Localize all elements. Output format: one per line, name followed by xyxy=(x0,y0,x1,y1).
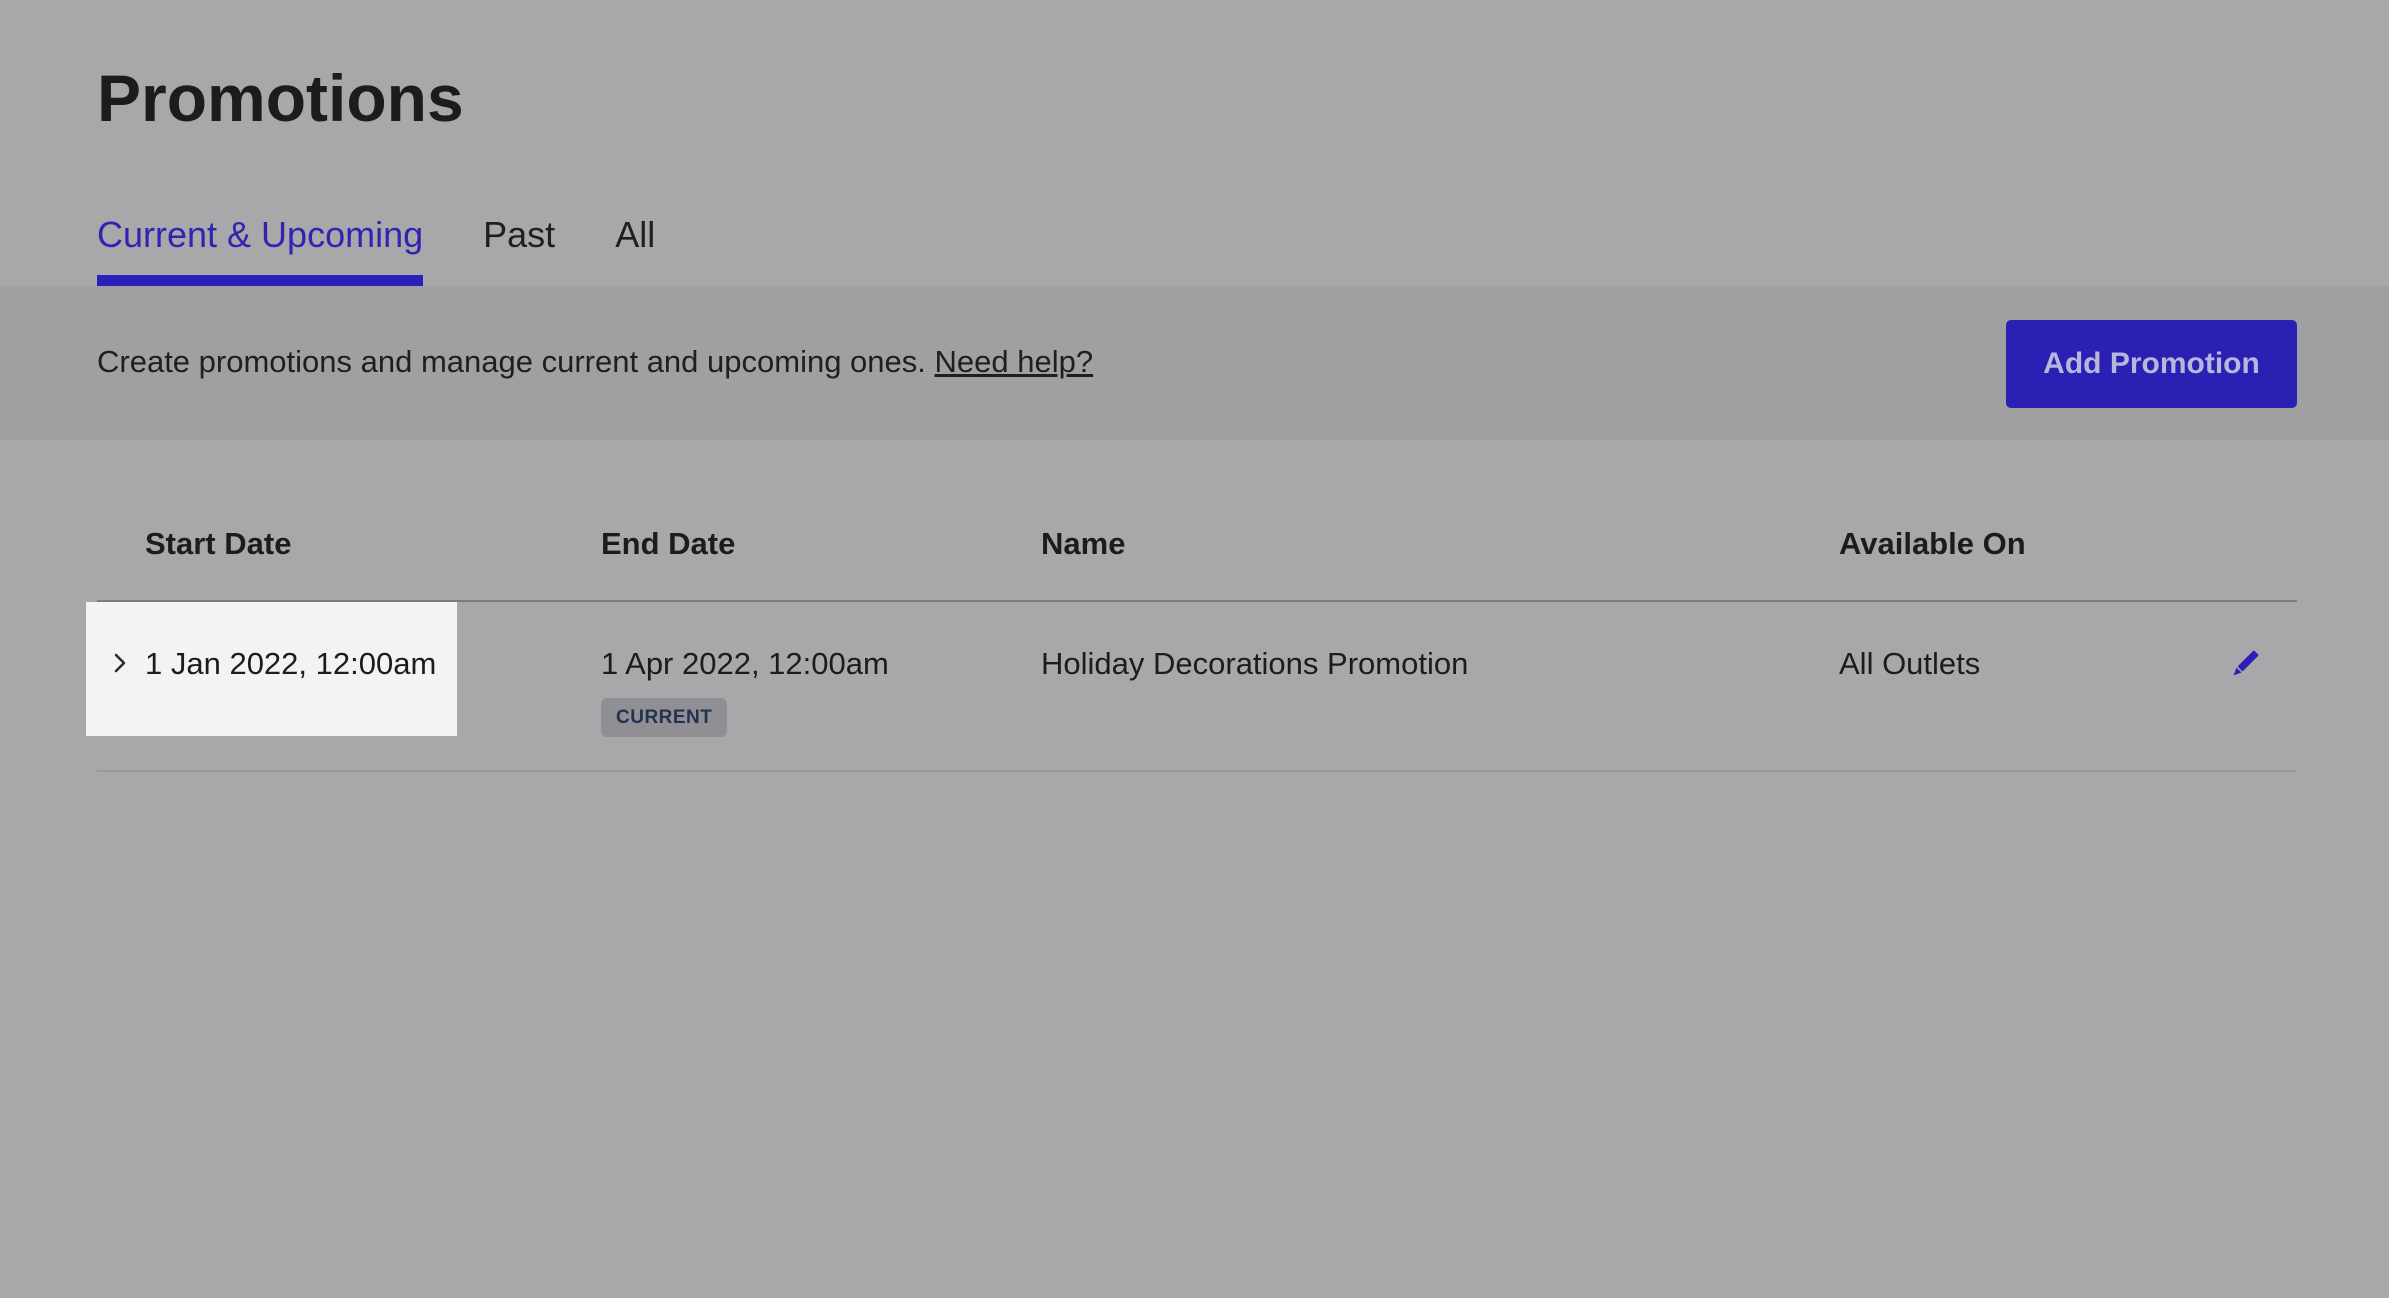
tab-past[interactable]: Past xyxy=(483,205,555,286)
column-end-date: End Date xyxy=(601,526,736,561)
end-date-value: 1 Apr 2022, 12:00am xyxy=(601,646,889,681)
page-title: Promotions xyxy=(97,61,464,135)
column-start-date: Start Date xyxy=(145,526,292,561)
need-help-link[interactable]: Need help? xyxy=(935,344,1094,379)
promotion-tabs: Current & Upcoming Past All xyxy=(97,205,655,286)
column-name: Name xyxy=(1041,526,1126,561)
available-on-value: All Outlets xyxy=(1839,646,1981,681)
chevron-right-icon[interactable] xyxy=(111,650,129,676)
tab-current-upcoming[interactable]: Current & Upcoming xyxy=(97,205,424,286)
pencil-icon[interactable] xyxy=(2225,650,2265,688)
banner-message: Create promotions and manage current and… xyxy=(97,338,1093,386)
edit-promotion-button[interactable] xyxy=(2225,644,2265,684)
promotion-name: Holiday Decorations Promotion xyxy=(1041,646,1469,681)
status-badge: CURRENT xyxy=(601,698,728,737)
column-available-on: Available On xyxy=(1839,526,2026,561)
table-header: Start Date End Date Name Available On xyxy=(97,510,2297,602)
add-promotion-button[interactable]: Add Promotion xyxy=(2006,320,2297,408)
table-row: 1 Jan 2022, 12:00am 1 Apr 2022, 12:00am … xyxy=(86,602,2297,772)
start-date-value: 1 Jan 2022, 12:00am xyxy=(145,646,437,681)
promotions-table: Start Date End Date Name Available On 1 … xyxy=(86,510,2297,772)
info-banner: Create promotions and manage current and… xyxy=(0,286,2389,440)
tab-all[interactable]: All xyxy=(615,205,655,286)
banner-description: Create promotions and manage current and… xyxy=(97,344,926,379)
start-date-cell[interactable]: 1 Jan 2022, 12:00am xyxy=(86,602,457,736)
